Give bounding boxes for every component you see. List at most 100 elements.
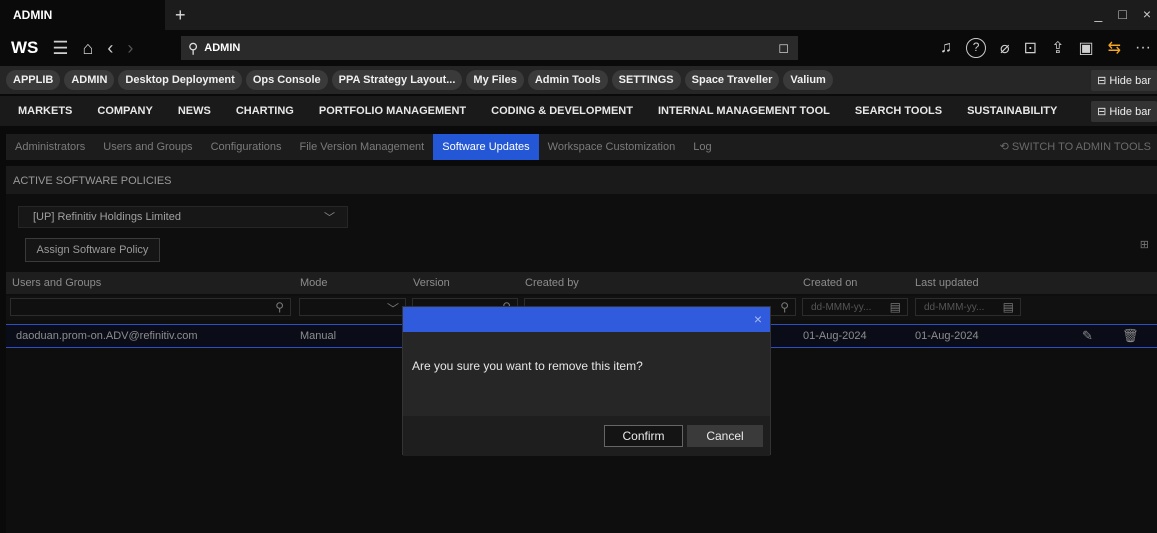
pill-applib[interactable]: APPLIB (6, 70, 61, 90)
menu-news[interactable]: NEWS (178, 105, 211, 117)
section-title: ACTIVE SOFTWARE POLICIES (6, 166, 1157, 194)
col-version[interactable]: Version (413, 277, 450, 289)
cell-last-updated: 01-Aug-2024 (915, 330, 979, 342)
pill-ppa-strategy[interactable]: PPA Strategy Layout... (331, 70, 463, 90)
cell-created-on: 01-Aug-2024 (803, 330, 867, 342)
pill-admin-tools[interactable]: Admin Tools (527, 70, 608, 90)
switch-to-admin-tools-button[interactable]: ⟲ SWITCH TO ADMIN TOOLS (1000, 134, 1151, 160)
hide-menu-bar-button[interactable]: ⊟ Hide bar (1091, 100, 1157, 122)
delete-icon[interactable]: 🗑 (1122, 328, 1139, 344)
forward-icon[interactable]: › (127, 38, 133, 59)
tab-administrators[interactable]: Administrators (6, 134, 94, 160)
tab-file-version-management[interactable]: File Version Management (291, 134, 434, 160)
menu-search-tools[interactable]: SEARCH TOOLS (855, 105, 942, 117)
chevron-down-icon: ﹀ (324, 212, 335, 224)
ws-logo: WS (11, 38, 39, 57)
menu-coding-development[interactable]: CODING & DEVELOPMENT (491, 105, 633, 117)
menu-markets[interactable]: MARKETS (18, 105, 72, 117)
tab-log[interactable]: Log (684, 134, 720, 160)
dialog-message: Are you sure you want to remove this ite… (403, 332, 770, 416)
users-filter-input[interactable]: ⚲ (10, 298, 291, 316)
date-placeholder: dd-MMM-yy... (811, 302, 872, 313)
hamburger-menu-icon[interactable]: ☰ (52, 38, 68, 59)
assign-software-policy-button[interactable]: Assign Software Policy (25, 238, 160, 262)
tab-admin[interactable]: ADMIN (0, 0, 165, 30)
organization-select[interactable]: [UP] Refinitiv Holdings Limited ﹀ (18, 206, 348, 228)
pill-my-files[interactable]: My Files (466, 70, 524, 90)
refresh-icon: ⟲ (999, 141, 1012, 153)
hide-bar-label: Hide bar (1109, 105, 1151, 118)
search-input[interactable] (204, 42, 765, 54)
link-icon[interactable]: ⌀ (1000, 38, 1010, 58)
tab-users-and-groups[interactable]: Users and Groups (94, 134, 201, 160)
admin-subtabs: Administrators Users and Groups Configur… (6, 134, 1157, 160)
help-icon[interactable]: ? (966, 38, 987, 58)
more-icon[interactable]: ··· (1135, 39, 1151, 57)
cell-mode: Manual (300, 330, 337, 342)
grid-header: Users and Groups Mode Version Created by… (6, 272, 1157, 294)
bookmark-icon[interactable]: ◻ (778, 40, 789, 56)
edit-icon[interactable]: ✎ (1082, 328, 1093, 344)
pill-ops-console[interactable]: Ops Console (245, 70, 328, 90)
toolbar-actions: ♫ ? ⌀ ⊡ ⇪ ▣ ⇆ ··· (940, 38, 1151, 58)
close-window-button[interactable]: × (1143, 6, 1151, 22)
search-icon: ⚲ (275, 300, 284, 314)
window-tab-bar: ADMIN + _ □ × (0, 0, 1157, 30)
new-window-icon[interactable]: ⊡ (1024, 38, 1037, 58)
sync-icon[interactable]: ⇆ (1108, 38, 1121, 58)
pin-icon: ⊟ (1097, 74, 1110, 87)
share-icon[interactable]: ⇪ (1051, 38, 1064, 58)
app-shortcuts-bar: APPLIB ADMIN Desktop Deployment Ops Cons… (0, 66, 1157, 94)
pill-valium[interactable]: Valium (783, 70, 833, 90)
menu-charting[interactable]: CHARTING (236, 105, 294, 117)
search-icon: ⚲ (188, 39, 199, 56)
search-bar[interactable]: ⚲ ◻ (181, 36, 798, 60)
mode-filter-select[interactable]: ﹀ (299, 298, 406, 316)
organization-select-value: [UP] Refinitiv Holdings Limited (33, 211, 181, 223)
menu-portfolio-management[interactable]: PORTFOLIO MANAGEMENT (319, 105, 466, 117)
switch-admin-label: SWITCH TO ADMIN TOOLS (1011, 141, 1151, 153)
confirm-remove-dialog: × Are you sure you want to remove this i… (402, 306, 771, 456)
dialog-header: × (403, 307, 770, 332)
col-users-and-groups[interactable]: Users and Groups (12, 277, 101, 289)
search-icon: ⚲ (780, 300, 789, 314)
cancel-button[interactable]: Cancel (687, 425, 763, 447)
pill-settings[interactable]: SETTINGS (611, 70, 681, 90)
menu-company[interactable]: COMPANY (97, 105, 152, 117)
tab-workspace-customization[interactable]: Workspace Customization (539, 134, 685, 160)
chevron-down-icon: ﹀ (386, 302, 399, 316)
pill-admin[interactable]: ADMIN (64, 70, 115, 90)
save-icon[interactable]: ▣ (1078, 38, 1093, 58)
menu-internal-management-tool[interactable]: INTERNAL MANAGEMENT TOOL (658, 105, 830, 117)
dialog-footer: Confirm Cancel (403, 416, 770, 456)
date-placeholder: dd-MMM-yy... (924, 302, 985, 313)
calendar-icon: ▤ (1002, 300, 1014, 314)
tab-configurations[interactable]: Configurations (202, 134, 291, 160)
export-icon[interactable]: ⊞ (1140, 238, 1149, 251)
tab-software-updates[interactable]: Software Updates (433, 134, 539, 160)
pin-icon: ⊟ (1097, 105, 1110, 118)
window-controls: _ □ × (1095, 6, 1151, 22)
calendar-icon: ▤ (889, 300, 901, 314)
main-toolbar: WS ☰ ⌂ ‹ › ⚲ ◻ ♫ ? ⌀ ⊡ ⇪ ▣ ⇆ ··· (0, 30, 1157, 66)
hide-bar-button[interactable]: ⊟ Hide bar (1091, 69, 1157, 91)
bell-icon[interactable]: ♫ (940, 39, 952, 57)
col-created-on[interactable]: Created on (803, 277, 857, 289)
pill-desktop-deployment[interactable]: Desktop Deployment (118, 70, 242, 90)
back-icon[interactable]: ‹ (107, 38, 113, 59)
col-last-updated[interactable]: Last updated (915, 277, 979, 289)
close-icon[interactable]: × (754, 311, 762, 327)
category-menu-bar: MARKETS COMPANY NEWS CHARTING PORTFOLIO … (0, 96, 1157, 126)
col-mode[interactable]: Mode (300, 277, 328, 289)
add-tab-button[interactable]: + (175, 0, 186, 30)
hide-bar-label: Hide bar (1109, 74, 1151, 87)
created-on-filter[interactable]: dd-MMM-yy... ▤ (802, 298, 908, 316)
home-icon[interactable]: ⌂ (83, 38, 94, 59)
minimize-button[interactable]: _ (1095, 6, 1103, 22)
pill-space-traveller[interactable]: Space Traveller (684, 70, 780, 90)
confirm-button[interactable]: Confirm (604, 425, 683, 447)
last-updated-filter[interactable]: dd-MMM-yy... ▤ (915, 298, 1021, 316)
maximize-button[interactable]: □ (1118, 6, 1126, 22)
col-created-by[interactable]: Created by (525, 277, 579, 289)
menu-sustainability[interactable]: SUSTAINABILITY (967, 105, 1057, 117)
